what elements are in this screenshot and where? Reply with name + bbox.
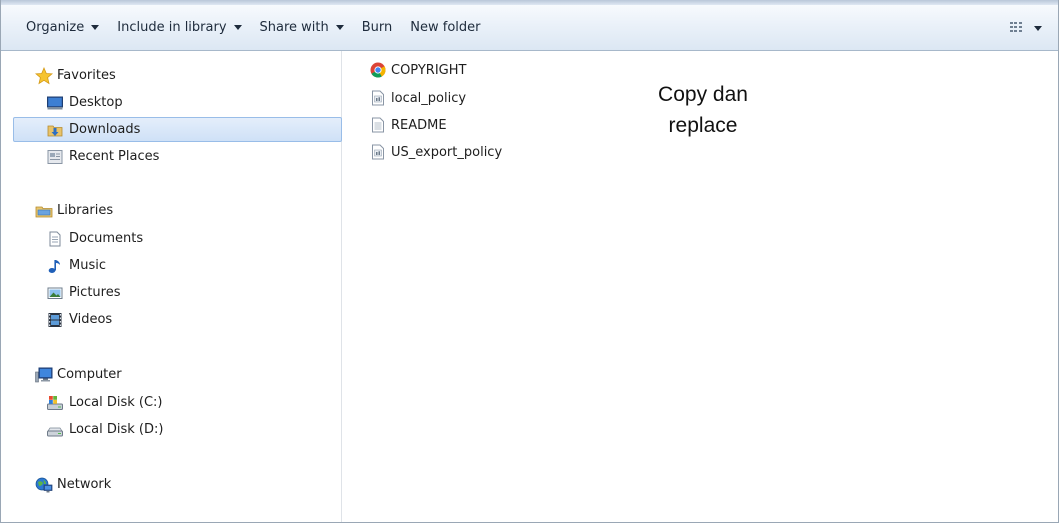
nav-item-downloads-label: Downloads [69,122,141,137]
chrome-html-icon [370,62,386,78]
annotation-line-2: replace [668,114,738,137]
file-item-readme-label: README [391,117,447,133]
chevron-down-icon [335,25,344,30]
disk-icon [47,427,63,436]
nav-item-recent-places[interactable]: Recent Places [47,144,159,169]
nav-item-documents[interactable]: Documents [47,226,143,251]
computer-icon [35,367,53,382]
nav-item-local-disk-c-label: Local Disk (C:) [69,395,163,410]
file-item-local-policy[interactable]: local_policy [370,86,466,110]
nav-libraries-label: Libraries [57,203,114,218]
file-item-us-export-policy[interactable]: US_export_policy [370,140,502,164]
nav-item-documents-label: Documents [69,231,144,246]
file-item-copyright-label: COPYRIGHT [391,62,467,78]
star-icon [35,66,53,84]
downloads-folder-icon [47,125,63,136]
view-options-icon [1010,22,1022,32]
file-item-readme[interactable]: README [370,113,447,137]
nav-computer-label: Computer [57,367,122,382]
text-file-icon [372,117,384,133]
libraries-icon [35,206,53,217]
nav-item-pictures[interactable]: Pictures [47,280,120,305]
nav-item-local-disk-c[interactable]: Local Disk (C:) [47,390,162,415]
explorer-window: Organize Include in library Share with B… [0,0,1059,523]
nav-item-desktop[interactable]: Desktop [47,90,123,115]
documents-icon [49,231,61,246]
jar-file-icon [372,144,384,160]
nav-item-pictures-label: Pictures [69,285,121,300]
nav-favorites[interactable]: Favorites [35,63,116,88]
burn-button[interactable]: Burn [354,15,401,41]
nav-item-local-disk-d[interactable]: Local Disk (D:) [47,417,163,442]
system-disk-icon [47,395,63,410]
jar-file-icon [372,90,384,106]
desktop-icon [47,96,63,109]
command-bar: Organize Include in library Share with B… [1,5,1058,51]
nav-item-local-disk-d-label: Local Disk (D:) [69,422,164,437]
nav-item-videos[interactable]: Videos [47,307,112,332]
music-icon [48,259,60,273]
recent-places-icon [47,149,63,164]
nav-item-desktop-label: Desktop [69,95,123,110]
file-item-copyright[interactable]: COPYRIGHT [370,58,466,82]
share-with-button[interactable]: Share with [252,15,352,41]
nav-favorites-label: Favorites [57,68,116,83]
nav-network-label: Network [57,477,112,492]
organize-button[interactable]: Organize [18,15,107,41]
pictures-icon [47,287,63,299]
new-folder-label: New folder [410,20,481,35]
include-in-library-label: Include in library [117,20,227,35]
nav-computer[interactable]: Computer [35,362,122,387]
nav-item-music[interactable]: Music [47,253,106,278]
network-icon [35,477,53,492]
nav-item-videos-label: Videos [69,312,113,327]
nav-item-music-label: Music [69,258,106,273]
nav-item-recent-places-label: Recent Places [69,149,160,164]
new-folder-button[interactable]: New folder [402,15,488,41]
nav-network[interactable]: Network [35,472,111,497]
file-list-pane: COPYRIGHT local_policy README US_export_… [343,51,1058,522]
nav-item-downloads[interactable]: Downloads [13,117,342,142]
file-item-us-export-policy-label: US_export_policy [391,144,503,160]
view-chevron-down-icon[interactable] [1034,25,1042,31]
share-with-label: Share with [259,20,329,35]
chevron-down-icon [91,25,100,30]
chevron-down-icon [233,25,242,30]
videos-icon [48,312,62,327]
annotation-line-1: Copy dan [658,83,748,106]
annotation-text: Copy dan replace [633,79,773,141]
organize-label: Organize [26,20,85,35]
burn-label: Burn [361,20,393,35]
include-in-library-button[interactable]: Include in library [109,15,249,41]
navigation-pane: Favorites Desktop Downloads Recent Place… [1,51,342,522]
file-item-local-policy-label: local_policy [391,90,467,106]
change-view-button[interactable] [1009,15,1042,41]
nav-libraries[interactable]: Libraries [35,198,113,223]
